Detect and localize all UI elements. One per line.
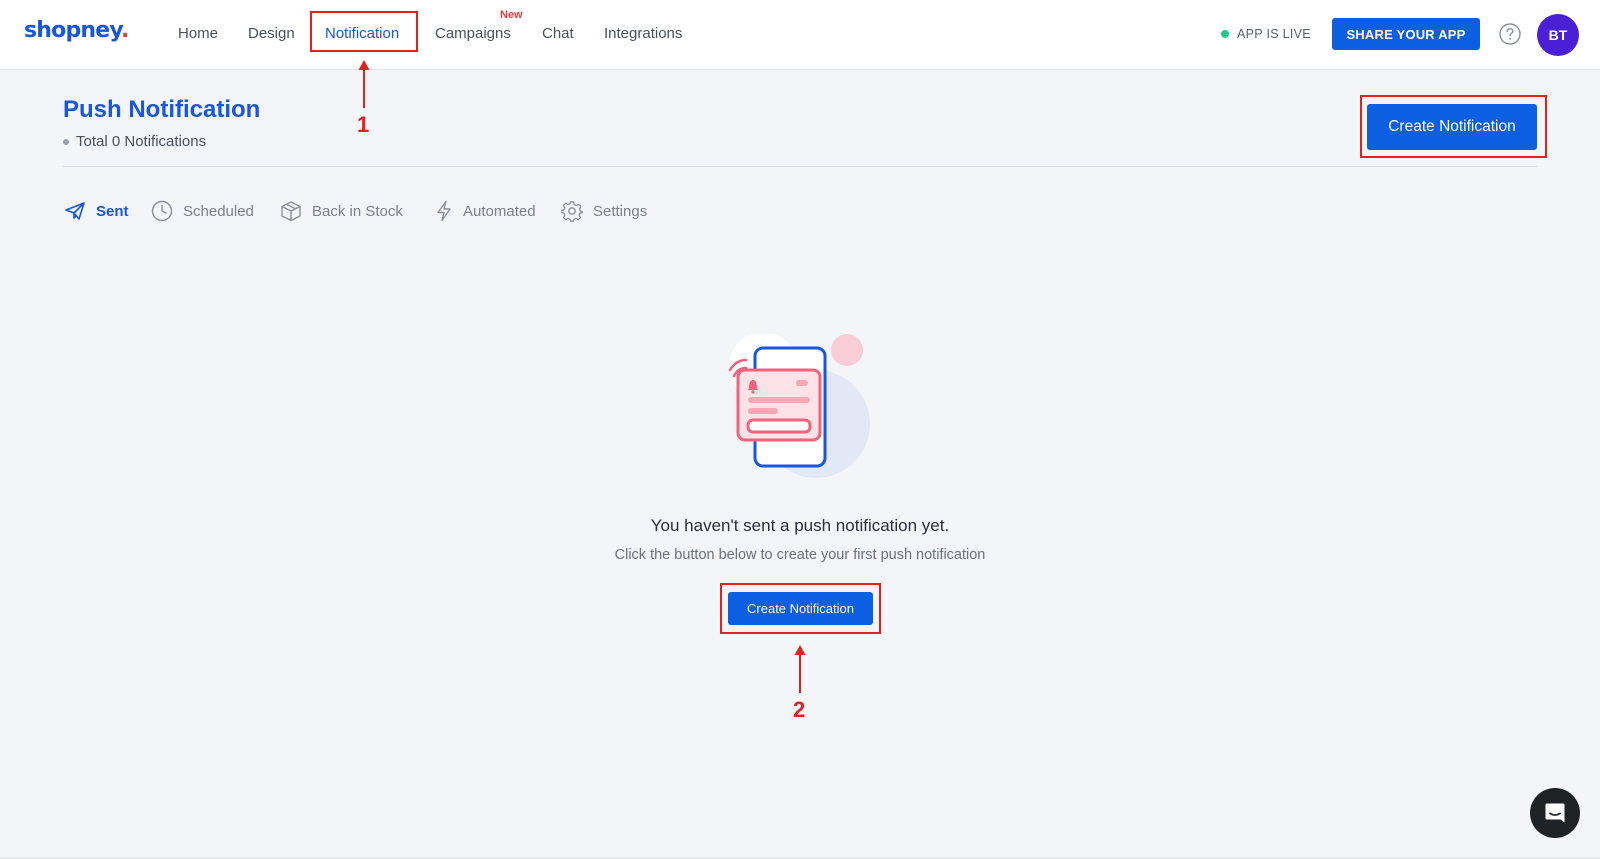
header-divider: [63, 166, 1537, 167]
share-app-button[interactable]: SHARE YOUR APP: [1332, 18, 1480, 50]
tab-back-in-stock-label: Back in Stock: [312, 202, 403, 220]
empty-state-title: You haven't sent a push notification yet…: [650, 516, 950, 535]
annotation-step-2: 2: [793, 697, 806, 722]
live-status-dot: [1221, 30, 1229, 38]
support-chat-button[interactable]: [1530, 788, 1580, 838]
create-notification-button-header[interactable]: Create Notification: [1367, 104, 1537, 150]
annotation-arrow-up-icon: [358, 60, 370, 108]
chat-icon: [1545, 803, 1565, 823]
push-notification-illustration: [728, 334, 870, 478]
brand-dot: .: [120, 18, 129, 43]
box-icon: [281, 201, 301, 222]
lightning-icon: [437, 200, 451, 222]
tab-back-in-stock[interactable]: Back in Stock: [280, 199, 403, 223]
nav-campaigns[interactable]: Campaigns: [435, 24, 511, 44]
clock-icon: [151, 200, 173, 222]
tab-scheduled-label: Scheduled: [183, 202, 254, 220]
nav-integrations[interactable]: Integrations: [604, 24, 682, 44]
tab-automated-label: Automated: [463, 202, 536, 220]
annotation-step-1: 1: [357, 112, 370, 137]
total-notifications-count: Total 0 Notifications: [76, 133, 207, 150]
top-navbar: shopney. Home Design Notification Campai…: [0, 0, 1600, 70]
nav-design[interactable]: Design: [248, 24, 295, 44]
shopney-logo[interactable]: shopney.: [24, 18, 129, 43]
gear-icon: [561, 201, 583, 222]
annotation-arrow-up-icon: [794, 645, 806, 693]
help-icon[interactable]: [1499, 23, 1521, 45]
live-status-text: APP IS LIVE: [1237, 27, 1311, 41]
nav-home[interactable]: Home: [178, 24, 218, 44]
nav-chat[interactable]: Chat: [542, 24, 574, 44]
tab-scheduled[interactable]: Scheduled: [151, 199, 254, 223]
nav-notification[interactable]: Notification: [325, 24, 399, 44]
total-bullet: [63, 139, 69, 145]
new-badge: New: [500, 9, 523, 21]
page-title: Push Notification: [63, 96, 261, 123]
empty-state-subtitle: Click the button below to create your fi…: [614, 547, 986, 563]
user-avatar[interactable]: BT: [1537, 14, 1579, 56]
tab-settings[interactable]: Settings: [561, 199, 647, 223]
tab-automated[interactable]: Automated: [435, 199, 536, 223]
tab-sent[interactable]: Sent: [64, 199, 129, 223]
brand-name: shopney: [24, 18, 122, 43]
tab-sent-label: Sent: [96, 202, 129, 220]
create-notification-button-empty[interactable]: Create Notification: [728, 592, 873, 625]
tab-settings-label: Settings: [593, 202, 648, 220]
paper-plane-icon: [65, 202, 85, 220]
